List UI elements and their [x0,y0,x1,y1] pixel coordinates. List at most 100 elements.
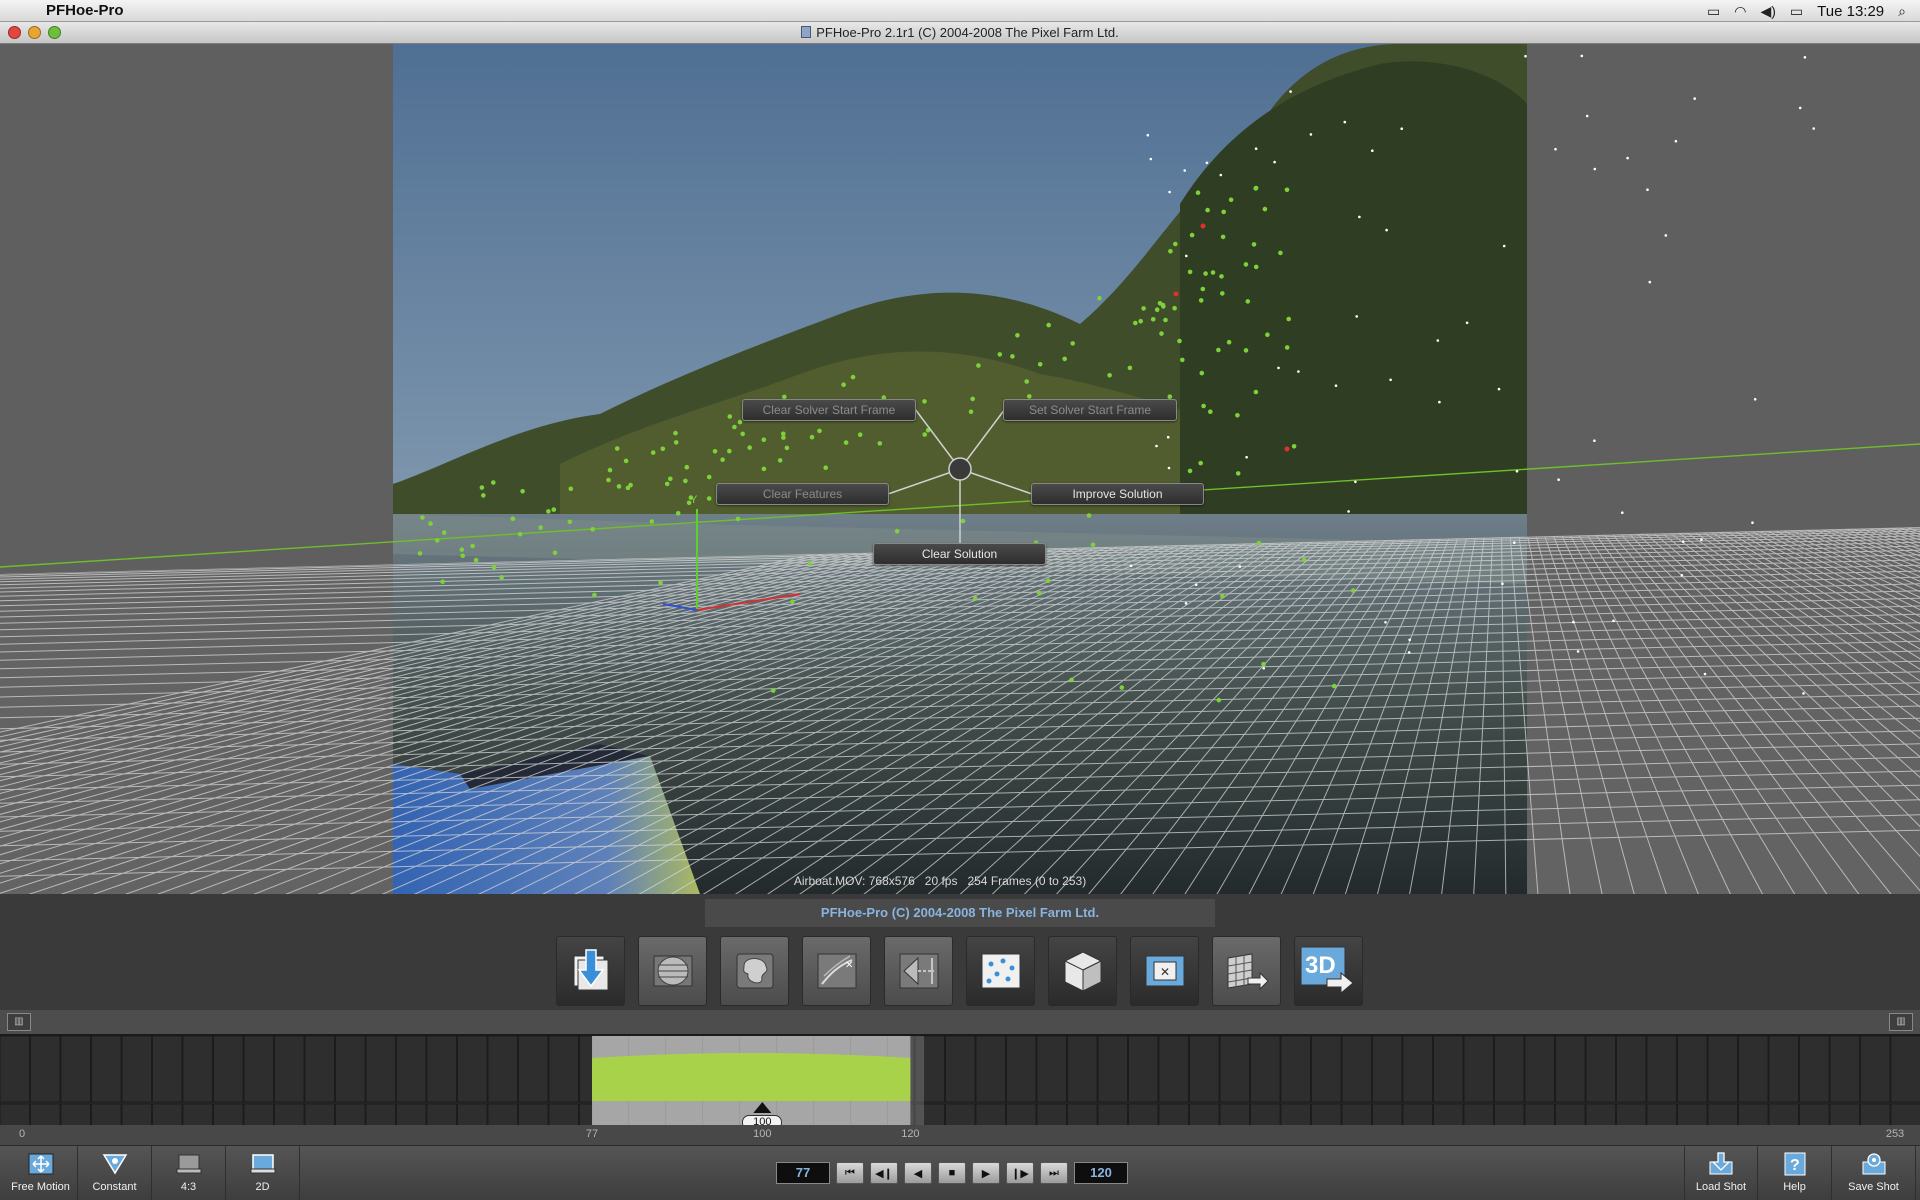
export-3d-icon: 3D [1300,946,1354,995]
aspect-ratio-button[interactable]: 4:3 [152,1146,226,1200]
play-reverse-icon: ◀ [913,1167,923,1180]
timeline-cell [1677,1036,1708,1103]
in-frame-field[interactable]: 77 [776,1162,830,1184]
timeline-cell [1463,1036,1494,1103]
feature-point [1198,298,1204,303]
timeline-cell [60,1036,91,1103]
mask-button[interactable] [720,936,789,1006]
set-solver-start-frame-button[interactable]: Set Solver Start Frame [1003,399,1177,421]
solved-point [1576,650,1580,653]
solved-point [1580,54,1584,58]
feature-point [491,564,497,570]
auto-track-icon: ✕ [817,953,856,989]
graph-toggle-right-icon[interactable]: ▥ [1889,1013,1913,1031]
load-shot-button[interactable]: Load Shot [1684,1146,1758,1200]
aspect-frame-icon [175,1151,203,1177]
solved-point [1389,378,1392,382]
window-titlebar: PFHoe-Pro 2.1r1 (C) 2004-2008 The Pixel … [0,22,1920,44]
solved-point [1400,127,1403,130]
timeline-cell [548,1036,579,1103]
timeline-cell [30,1036,61,1103]
out-frame-field[interactable]: 120 [1074,1162,1128,1184]
import-clip-button[interactable] [556,936,625,1006]
battery-icon[interactable]: ▭ [1790,3,1803,20]
view-2d-button[interactable]: 2D [226,1146,300,1200]
auto-track-button[interactable]: ✕ [802,936,871,1006]
feature-point [1253,186,1258,191]
wifi-icon[interactable]: ◠ [1734,3,1746,20]
feature-point [660,446,666,452]
feature-point [790,599,795,604]
radial-menu-hub[interactable] [948,457,972,481]
feature-point [1331,683,1337,689]
improve-solution-button[interactable]: Improve Solution [1031,483,1204,505]
feature-point [1221,209,1226,215]
play-reverse-button[interactable]: ◀ [904,1162,932,1184]
feature-point [1195,190,1201,195]
geometry-cube-button[interactable] [1048,936,1117,1006]
stop-button[interactable]: ■ [938,1162,966,1184]
screen-record-icon[interactable]: ▭ [1707,3,1720,20]
feature-point [735,516,741,522]
lens-distortion-button[interactable] [638,936,707,1006]
feature-point [510,516,516,521]
export-3d-button[interactable]: 3D [1294,936,1363,1006]
transport-controls: 77 ⏮ ◀❙ ◀ ■ ▶ ❙▶ ⏭ 120 [776,1162,1128,1184]
feature-point [546,509,551,514]
feature-point [683,478,688,484]
save-shot-button[interactable]: Save Shot [1832,1146,1916,1200]
solved-point [1802,692,1805,695]
solved-point [1273,160,1276,164]
clear-solution-button[interactable]: Clear Solution [873,543,1046,565]
clear-features-button[interactable]: Clear Features [716,483,889,505]
step-forward-button[interactable]: ❙▶ [1006,1162,1034,1184]
spotlight-icon[interactable]: ⌕ [1898,3,1906,20]
feature-point [1189,232,1195,238]
timeline-cell [213,1036,244,1103]
constant-button[interactable]: Constant [78,1146,152,1200]
timeline-cell [1036,1036,1067,1103]
feature-points-icon [981,953,1020,989]
feature-point [460,553,466,559]
skip-end-icon: ⏭ [1049,1166,1059,1179]
feature-point [686,500,692,506]
solved-point [1185,254,1188,258]
free-motion-button[interactable]: Free Motion [4,1146,78,1200]
track-coverage-graph [592,1053,911,1101]
clip-viewport[interactable]: Y Clear Solver Start Frame Set Solver St… [0,44,1920,894]
solved-point [1436,339,1440,342]
solved-point [1680,574,1684,577]
solved-point [1648,280,1652,284]
view-2d-icon [249,1151,277,1177]
feature-point [551,507,557,512]
feature-point [841,382,846,388]
bottom-toolbar: Free Motion Constant 4:3 2D 77 ⏮ ◀❙ ◀ ■ [0,1145,1920,1200]
go-to-end-button[interactable]: ⏭ [1040,1162,1068,1184]
camera-solver-button[interactable] [884,936,953,1006]
timeline-cell [1860,1036,1891,1103]
app-menu-name[interactable]: PFHoe-Pro [46,2,124,19]
menubar-clock[interactable]: Tue 13:29 [1817,3,1884,20]
feature-point [1198,460,1203,466]
feature-point [1180,357,1185,363]
svg-text:✕: ✕ [1160,965,1170,979]
feature-point [1070,341,1075,346]
step-back-button[interactable]: ◀❙ [870,1162,898,1184]
stop-icon: ■ [948,1167,956,1179]
play-forward-button[interactable]: ▶ [972,1162,1000,1184]
volume-icon[interactable]: ◀) [1760,3,1775,20]
export-pages-button[interactable] [1212,936,1281,1006]
feature-point [1027,394,1032,399]
frame-timeline[interactable]: 100 [0,1034,1920,1128]
feature-points-button[interactable] [966,936,1035,1006]
clear-solver-start-frame-button[interactable]: Clear Solver Start Frame [742,399,916,421]
focus-frame-button[interactable]: ✕ [1130,936,1199,1006]
feature-point [1199,370,1205,376]
timeline-cell [457,1036,488,1103]
feature-point [857,432,863,438]
graph-toggle-left-icon[interactable]: ▥ [7,1013,31,1031]
feature-point-error [1284,446,1290,452]
help-button[interactable]: ? Help [1758,1146,1832,1200]
go-to-start-button[interactable]: ⏮ [836,1162,864,1184]
solved-point [1146,133,1150,137]
